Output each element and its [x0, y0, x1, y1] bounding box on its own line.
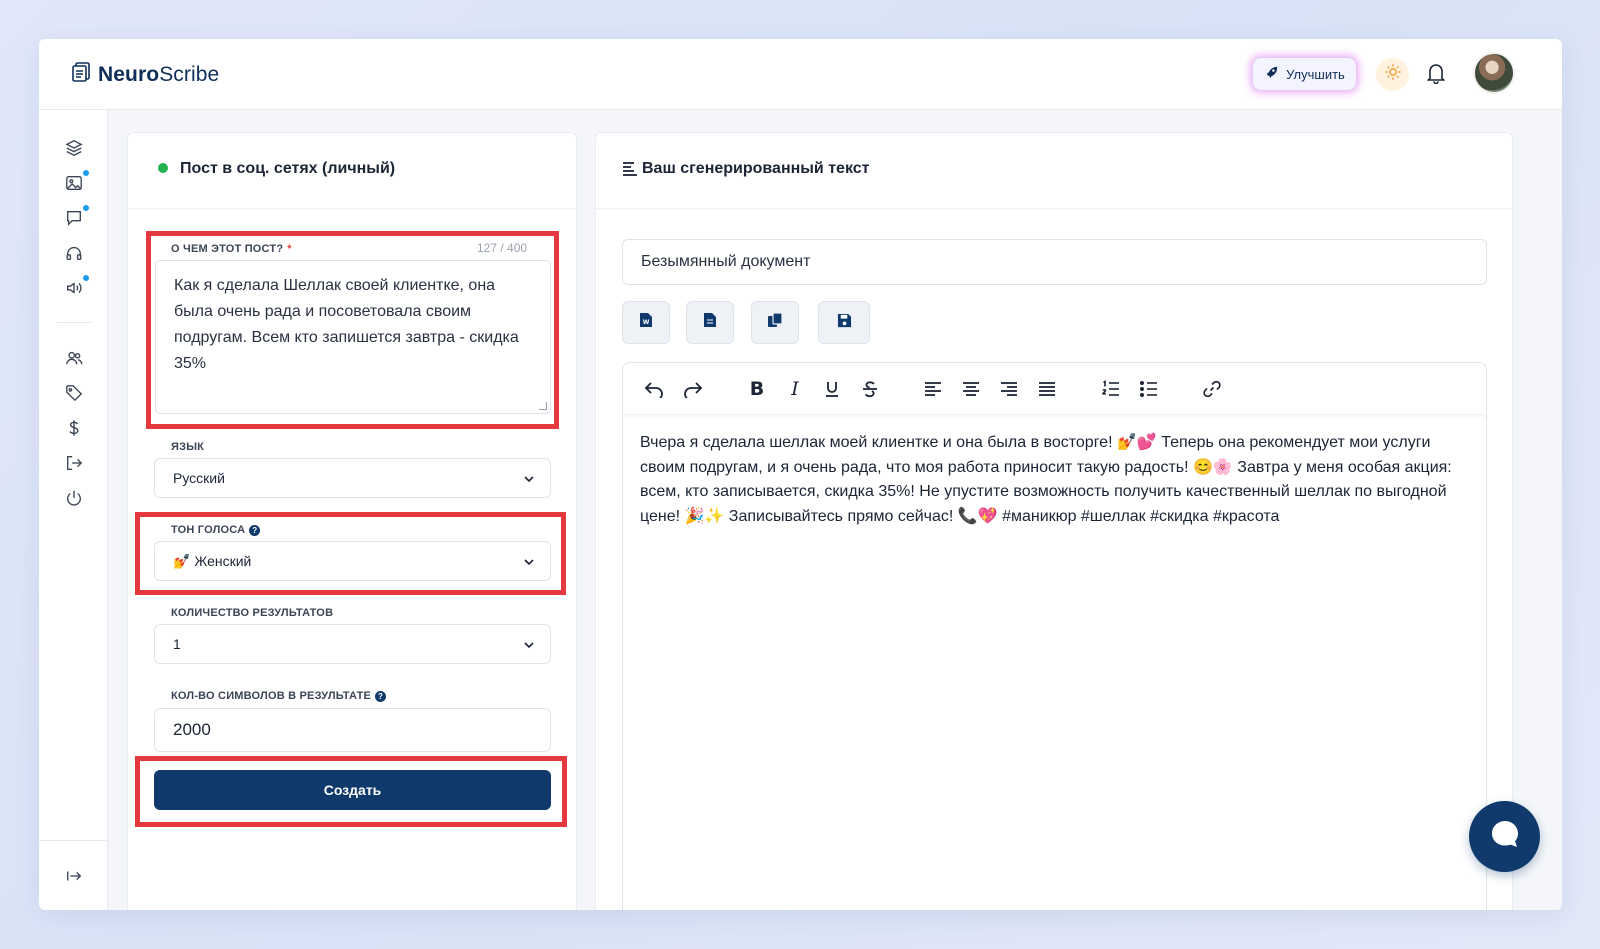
logo-icon: [70, 61, 92, 88]
svg-text:W: W: [643, 319, 650, 326]
output-title: Ваш сгенерированный текст: [642, 160, 870, 177]
language-select[interactable]: Русский: [154, 458, 551, 498]
sidebar-divider: [57, 322, 91, 323]
chat-icon[interactable]: [62, 205, 89, 230]
topic-label: О ЧЕМ ЭТОТ ПОСТ? *: [171, 243, 292, 255]
layers-icon[interactable]: [62, 136, 86, 160]
sun-icon: [1384, 63, 1402, 86]
notification-dot: [83, 205, 89, 211]
tag-icon[interactable]: [62, 381, 86, 405]
redo-icon[interactable]: [681, 377, 705, 401]
text-lines-icon: [622, 161, 638, 182]
output-panel-header: Ваш сгенерированный текст: [596, 133, 1512, 209]
align-justify-icon[interactable]: [1035, 377, 1059, 401]
rocket-icon: [1264, 65, 1279, 83]
help-icon[interactable]: ?: [249, 524, 261, 536]
create-button[interactable]: Создать: [154, 770, 551, 810]
app-window: NeuroScribe Улучшить Пост в соц. сетях (…: [39, 39, 1562, 910]
save-button[interactable]: [818, 301, 870, 344]
results-count-select[interactable]: 1: [154, 624, 551, 664]
form-panel: Пост в соц. сетях (личный) О ЧЕМ ЭТОТ ПО…: [127, 132, 577, 910]
app-name: NeuroScribe: [98, 62, 220, 86]
required-mark: *: [287, 243, 292, 255]
file-text-icon: [703, 312, 717, 333]
power-icon[interactable]: [62, 486, 86, 510]
collapse-sidebar-icon[interactable]: [62, 864, 86, 888]
tone-label: ТОН ГОЛОСА?: [171, 524, 261, 536]
image-icon[interactable]: [62, 170, 89, 195]
status-dot: [158, 163, 168, 173]
export-text-button[interactable]: [686, 301, 734, 344]
topic-textarea[interactable]: Как я сделала Шеллак своей клиентке, она…: [155, 260, 551, 414]
dollar-icon[interactable]: [62, 416, 86, 440]
chevron-down-icon: [523, 555, 535, 571]
top-bar: NeuroScribe Улучшить: [39, 39, 1562, 110]
sidebar: [39, 110, 108, 910]
logo[interactable]: NeuroScribe: [70, 61, 219, 88]
align-left-icon[interactable]: [921, 377, 945, 401]
tone-value: 💅 Женский: [173, 552, 252, 569]
align-center-icon[interactable]: [959, 377, 983, 401]
sidebar-footer: [39, 840, 107, 910]
copy-icon: [767, 312, 783, 333]
notifications-button[interactable]: [1423, 61, 1449, 89]
chat-widget-button[interactable]: [1469, 801, 1540, 872]
language-label: ЯЗЫК: [171, 441, 205, 453]
results-count-label: КОЛИЧЕСТВО РЕЗУЛЬТАТОВ: [171, 607, 334, 619]
notification-dot: [83, 275, 89, 281]
text-editor[interactable]: B I Вчера я сделала шеллак моей клиентке…: [622, 362, 1487, 910]
export-word-button[interactable]: W: [622, 301, 670, 344]
user-avatar[interactable]: [1473, 52, 1515, 94]
output-panel: Ваш сгенерированный текст Безымянный док…: [595, 132, 1513, 910]
copy-button[interactable]: [751, 301, 799, 344]
upgrade-label: Улучшить: [1286, 66, 1345, 82]
chevron-down-icon: [523, 472, 535, 488]
speaker-icon[interactable]: [62, 275, 89, 300]
headphones-icon[interactable]: [62, 241, 86, 265]
tone-select[interactable]: 💅 Женский: [154, 541, 551, 581]
document-name: Безымянный документ: [641, 253, 811, 270]
editor-toolbar: B I: [623, 363, 1486, 415]
word-file-icon: W: [639, 312, 653, 333]
italic-icon[interactable]: I: [783, 377, 807, 401]
link-icon[interactable]: [1200, 377, 1224, 401]
underline-icon[interactable]: [820, 377, 844, 401]
strikethrough-icon[interactable]: [858, 377, 882, 401]
bullet-list-icon[interactable]: [1137, 377, 1161, 401]
save-icon: [837, 313, 852, 333]
chat-bubble-icon: [1489, 818, 1521, 855]
form-panel-header: Пост в соц. сетях (личный): [128, 133, 576, 209]
logout-icon[interactable]: [62, 451, 86, 475]
topic-text: Как я сделала Шеллак своей клиентке, она…: [174, 277, 519, 372]
form-title: Пост в соц. сетях (личный): [180, 160, 396, 177]
users-icon[interactable]: [62, 346, 86, 370]
undo-icon[interactable]: [642, 377, 666, 401]
char-count-label: КОЛ-ВО СИМВОЛОВ В РЕЗУЛЬТАТЕ?: [171, 690, 387, 702]
char-count-value: 2000: [173, 720, 211, 739]
theme-toggle[interactable]: [1376, 58, 1409, 91]
help-icon[interactable]: ?: [375, 690, 387, 702]
bold-icon[interactable]: B: [745, 377, 769, 401]
align-right-icon[interactable]: [997, 377, 1021, 401]
language-value: Русский: [173, 470, 225, 486]
resize-handle[interactable]: [539, 402, 547, 410]
notification-dot: [83, 170, 89, 176]
chevron-down-icon: [523, 638, 535, 654]
bell-icon: [1426, 62, 1446, 89]
document-name-input[interactable]: Безымянный документ: [622, 239, 1487, 285]
upgrade-button[interactable]: Улучшить: [1252, 57, 1357, 91]
char-counter: 127 / 400: [477, 241, 528, 255]
char-count-input[interactable]: 2000: [154, 708, 551, 752]
generated-text: Вчера я сделала шеллак моей клиентке и о…: [640, 434, 1452, 525]
ordered-list-icon[interactable]: [1099, 377, 1123, 401]
results-count-value: 1: [173, 636, 181, 652]
